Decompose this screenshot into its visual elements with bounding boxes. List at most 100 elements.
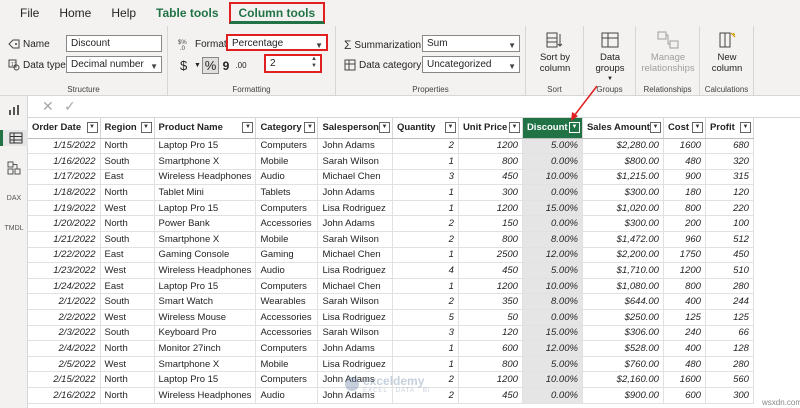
- table-cell[interactable]: Sarah Wilson: [317, 325, 393, 342]
- table-cell[interactable]: South: [100, 325, 155, 342]
- tab-help[interactable]: Help: [101, 0, 146, 26]
- column-header[interactable]: Sales Amount ▼: [582, 118, 664, 139]
- table-cell[interactable]: 800: [663, 278, 706, 295]
- table-cell[interactable]: John Adams: [317, 340, 393, 357]
- table-cell[interactable]: West: [100, 309, 155, 326]
- column-header[interactable]: Region ▼: [100, 118, 155, 139]
- table-cell[interactable]: 0.00%: [522, 387, 583, 404]
- column-header[interactable]: Product Name ▼: [154, 118, 257, 139]
- table-row[interactable]: 1/16/2022 South Smartphone X Mobile Sarah Wi…: [28, 153, 754, 170]
- table-cell[interactable]: Computers: [255, 200, 319, 217]
- table-cell[interactable]: Tablet Mini: [154, 184, 257, 201]
- table-cell[interactable]: 300: [458, 184, 523, 201]
- table-cell[interactable]: Smartphone X: [154, 153, 257, 170]
- column-filter-chevron-down-icon[interactable]: ▼: [378, 122, 390, 134]
- table-cell[interactable]: North: [100, 184, 155, 201]
- column-filter-chevron-down-icon[interactable]: ▼: [304, 122, 316, 134]
- table-cell[interactable]: 180: [663, 184, 706, 201]
- table-cell[interactable]: Wireless Headphones: [154, 169, 257, 186]
- table-cell[interactable]: $2,160.00: [582, 371, 664, 388]
- table-cell[interactable]: 12.00%: [522, 340, 583, 357]
- table-cell[interactable]: Gaming: [255, 247, 319, 264]
- table-cell[interactable]: 10.00%: [522, 169, 583, 186]
- table-cell[interactable]: 1600: [663, 138, 706, 155]
- table-cell[interactable]: Computers: [255, 371, 319, 388]
- column-filter-chevron-down-icon[interactable]: ▼: [508, 122, 520, 134]
- table-cell[interactable]: South: [100, 153, 155, 170]
- table-cell[interactable]: 220: [705, 200, 754, 217]
- table-cell[interactable]: Computers: [255, 278, 319, 295]
- table-cell[interactable]: 200: [663, 215, 706, 233]
- table-row[interactable]: 2/4/2022 North Monitor 27inch Computers John…: [28, 340, 754, 357]
- table-cell[interactable]: Smartphone X: [154, 356, 257, 373]
- table-cell[interactable]: 8.00%: [522, 231, 583, 248]
- table-cell[interactable]: Tablets: [255, 184, 319, 201]
- table-cell[interactable]: West: [100, 200, 155, 217]
- table-cell[interactable]: 3: [392, 325, 459, 342]
- name-input[interactable]: Discount: [66, 35, 162, 52]
- table-cell[interactable]: 1: [392, 153, 459, 170]
- table-cell[interactable]: Laptop Pro 15: [154, 200, 257, 217]
- table-cell[interactable]: 1/19/2022: [28, 200, 101, 217]
- table-cell[interactable]: 400: [663, 340, 706, 357]
- table-cell[interactable]: $1,710.00: [582, 262, 664, 279]
- tab-table-tools[interactable]: Table tools: [146, 0, 228, 26]
- table-cell[interactable]: North: [100, 138, 155, 155]
- manage-relationships-button[interactable]: Manage relationships: [640, 30, 696, 74]
- table-cell[interactable]: John Adams: [317, 184, 393, 201]
- table-cell[interactable]: Mobile: [255, 153, 319, 170]
- table-cell[interactable]: 5.00%: [522, 262, 583, 279]
- table-cell[interactable]: $800.00: [582, 153, 664, 170]
- table-cell[interactable]: Michael Chen: [317, 247, 393, 264]
- table-cell[interactable]: 100: [705, 215, 754, 233]
- column-filter-chevron-down-icon[interactable]: ▼: [568, 122, 580, 134]
- table-cell[interactable]: $300.00: [582, 215, 664, 233]
- table-cell[interactable]: East: [100, 278, 155, 295]
- column-header[interactable]: Discount ▼: [522, 118, 583, 139]
- column-filter-chevron-down-icon[interactable]: ▼: [86, 122, 98, 134]
- table-cell[interactable]: 480: [663, 356, 706, 373]
- table-cell[interactable]: 450: [458, 262, 523, 279]
- table-cell[interactable]: Mobile: [255, 231, 319, 248]
- table-cell[interactable]: Monitor 27inch: [154, 340, 257, 357]
- table-cell[interactable]: 1: [392, 278, 459, 295]
- table-cell[interactable]: 800: [663, 200, 706, 217]
- table-cell[interactable]: Computers: [255, 138, 319, 155]
- table-cell[interactable]: Audio: [255, 387, 319, 404]
- table-cell[interactable]: $644.00: [582, 293, 664, 311]
- table-cell[interactable]: Sarah Wilson: [317, 153, 393, 170]
- dax-query-icon[interactable]: DAX: [6, 190, 22, 206]
- table-cell[interactable]: 1/16/2022: [28, 153, 101, 170]
- table-cell[interactable]: 1200: [458, 200, 523, 217]
- table-cell[interactable]: 1/24/2022: [28, 278, 101, 295]
- table-cell[interactable]: 480: [663, 153, 706, 170]
- table-cell[interactable]: 12.00%: [522, 247, 583, 264]
- decimal-places-stepper[interactable]: 2 ▲ ▼: [264, 54, 322, 73]
- table-cell[interactable]: 240: [663, 325, 706, 342]
- new-column-button[interactable]: New column: [704, 30, 750, 74]
- table-row[interactable]: 1/18/2022 North Tablet Mini Tablets John Ada…: [28, 184, 754, 201]
- table-cell[interactable]: 800: [458, 231, 523, 248]
- commit-icon[interactable]: ✓: [64, 98, 76, 115]
- table-cell[interactable]: South: [100, 231, 155, 248]
- table-row[interactable]: 2/2/2022 West Wireless Mouse Accessories Lis…: [28, 309, 754, 326]
- table-cell[interactable]: Sarah Wilson: [317, 231, 393, 248]
- table-cell[interactable]: Power Bank: [154, 215, 257, 233]
- table-cell[interactable]: 3: [392, 169, 459, 186]
- table-cell[interactable]: 2500: [458, 247, 523, 264]
- table-cell[interactable]: Lisa Rodriguez: [317, 262, 393, 279]
- table-cell[interactable]: Keyboard Pro: [154, 325, 257, 342]
- stepper-arrows-icon[interactable]: ▲ ▼: [311, 56, 317, 70]
- table-cell[interactable]: 512: [705, 231, 754, 248]
- table-cell[interactable]: Lisa Rodriguez: [317, 200, 393, 217]
- table-cell[interactable]: 5: [392, 309, 459, 326]
- table-cell[interactable]: Smartphone X: [154, 231, 257, 248]
- table-cell[interactable]: 10.00%: [522, 371, 583, 388]
- table-cell[interactable]: 600: [458, 340, 523, 357]
- table-row[interactable]: 1/22/2022 East Gaming Console Gaming Michael…: [28, 247, 754, 264]
- table-cell[interactable]: Gaming Console: [154, 247, 257, 264]
- table-cell[interactable]: 15.00%: [522, 200, 583, 217]
- table-cell[interactable]: 1/23/2022: [28, 262, 101, 279]
- tmdl-view-icon[interactable]: TMDL: [4, 220, 23, 236]
- table-cell[interactable]: North: [100, 371, 155, 388]
